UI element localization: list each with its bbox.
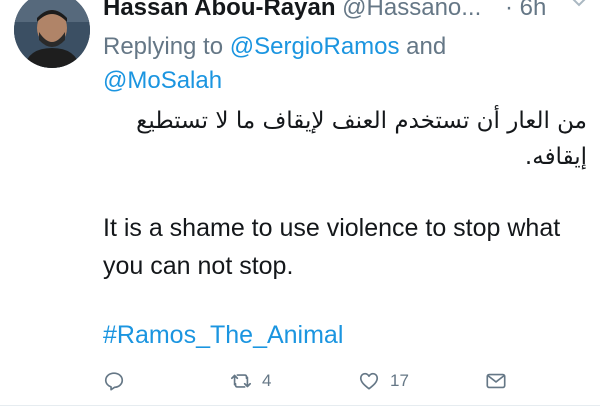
replying-and: and: [399, 33, 447, 60]
mention-mo-salah[interactable]: @MoSalah: [103, 67, 222, 94]
author-handle[interactable]: @Hassano...: [342, 0, 481, 21]
timestamp[interactable]: · 6h: [505, 0, 546, 26]
retweet-icon: [231, 374, 251, 388]
like-button[interactable]: 17: [358, 366, 409, 396]
author-name[interactable]: Hassan Abou-Rayan: [103, 0, 336, 21]
heart-icon: [359, 372, 379, 390]
tweet-header: Hassan Abou-Rayan @Hassano... · 6h: [103, 0, 593, 26]
retweet-count: 4: [262, 371, 272, 390]
action-bar: 4 17: [0, 366, 600, 396]
reply-icon: [104, 372, 124, 391]
replying-to: Replying to @SergioRamos and @MoSalah: [103, 30, 523, 98]
tweet-text-english: It is a shame to use violence to stop wh…: [103, 214, 561, 280]
replying-prefix: Replying to: [103, 33, 230, 60]
chevron-down-icon[interactable]: [569, 0, 589, 12]
envelope-icon: [486, 373, 506, 389]
like-count: 17: [390, 371, 409, 390]
hashtag-link[interactable]: #Ramos_The_Animal: [103, 317, 343, 353]
direct-message-button[interactable]: [485, 366, 517, 396]
mention-sergio-ramos[interactable]: @SergioRamos: [230, 33, 400, 60]
divider: [0, 405, 600, 406]
tweet-text-arabic: من العار أن تستخدم العنف لإيقاف ما لا تس…: [136, 108, 587, 170]
avatar-image: [14, 0, 90, 68]
tweet[interactable]: Hassan Abou-Rayan @Hassano... · 6h Reply…: [0, 0, 600, 412]
retweet-button[interactable]: 4: [230, 366, 271, 396]
avatar[interactable]: [14, 0, 90, 68]
reply-button[interactable]: [103, 366, 135, 396]
